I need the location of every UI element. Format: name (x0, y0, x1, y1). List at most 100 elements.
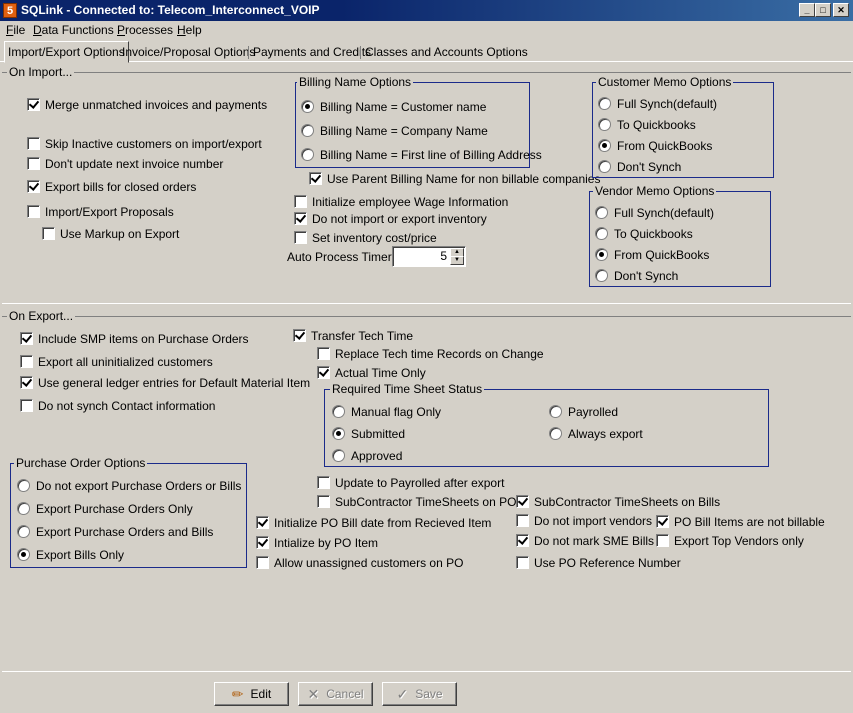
checkbox-box[interactable] (27, 180, 40, 193)
status-approved-radio[interactable]: Approved (332, 447, 402, 464)
radio-dot[interactable] (332, 427, 345, 440)
no-import-vendors-checkbox[interactable]: Do not import vendors (516, 512, 652, 529)
status-payrolled-radio[interactable]: Payrolled (549, 403, 618, 420)
checkbox-box[interactable] (27, 157, 40, 170)
radio-dot[interactable] (17, 479, 30, 492)
save-button[interactable]: ✓ Save (382, 682, 457, 706)
import-export-proposals-checkbox[interactable]: Import/Export Proposals (27, 203, 174, 220)
radio-dot[interactable] (595, 248, 608, 261)
radio-dot[interactable] (301, 100, 314, 113)
include-smp-checkbox[interactable]: Include SMP items on Purchase Orders (20, 330, 249, 347)
checkbox-box[interactable] (317, 476, 330, 489)
radio-dot[interactable] (598, 160, 611, 173)
subcontractor-bills-checkbox[interactable]: SubContractor TimeSheets on Bills (516, 493, 720, 510)
cancel-button[interactable]: ✕ Cancel (298, 682, 373, 706)
checkbox-box[interactable] (656, 534, 669, 547)
checkbox-box[interactable] (20, 376, 33, 389)
checkbox-box[interactable] (317, 495, 330, 508)
checkbox-box[interactable] (293, 329, 306, 342)
radio-dot[interactable] (301, 124, 314, 137)
auto-process-timer-spinbox[interactable]: 5 ▲ ▼ (392, 246, 466, 267)
radio-dot[interactable] (598, 118, 611, 131)
tab-classes-and-accounts-options[interactable]: Classes and Accounts Options (362, 43, 531, 62)
timer-value[interactable]: 5 (440, 249, 447, 263)
status-always-export-radio[interactable]: Always export (549, 425, 643, 442)
allow-unassigned-customers-checkbox[interactable]: Allow unassigned customers on PO (256, 554, 463, 571)
skip-inactive-checkbox[interactable]: Skip Inactive customers on import/export (27, 135, 262, 152)
export-uninitialized-checkbox[interactable]: Export all uninitialized customers (20, 353, 213, 370)
status-submitted-radio[interactable]: Submitted (332, 425, 405, 442)
radio-dot[interactable] (17, 525, 30, 538)
checkbox-box[interactable] (516, 556, 529, 569)
checkbox-box[interactable] (294, 231, 307, 244)
edit-button[interactable]: ✏ Edit (214, 682, 289, 706)
checkbox-box[interactable] (309, 172, 322, 185)
initialize-wage-checkbox[interactable]: Initialize employee Wage Information (294, 193, 508, 210)
init-by-po-item-checkbox[interactable]: Intialize by PO Item (256, 534, 378, 551)
no-inventory-checkbox[interactable]: Do not import or export inventory (294, 210, 487, 227)
minimize-button[interactable]: _ (799, 3, 815, 17)
checkbox-box[interactable] (294, 212, 307, 225)
checkbox-box[interactable] (256, 536, 269, 549)
radio-dot[interactable] (595, 206, 608, 219)
update-payrolled-checkbox[interactable]: Update to Payrolled after export (317, 474, 504, 491)
subcontractor-po-checkbox[interactable]: SubContractor TimeSheets on PO (317, 493, 516, 510)
vendor-memo-to-quickbooks-radio[interactable]: To Quickbooks (595, 225, 693, 242)
po-export-bills-only-radio[interactable]: Export Bills Only (17, 546, 124, 563)
close-button[interactable]: ✕ (833, 3, 849, 17)
checkbox-box[interactable] (317, 347, 330, 360)
customer-memo-full-synch-radio[interactable]: Full Synch(default) (598, 95, 717, 112)
vendor-memo-full-synch-radio[interactable]: Full Synch(default) (595, 204, 714, 221)
radio-dot[interactable] (549, 405, 562, 418)
checkbox-box[interactable] (20, 355, 33, 368)
checkbox-box[interactable] (317, 366, 330, 379)
customer-memo-to-quickbooks-radio[interactable]: To Quickbooks (598, 116, 696, 133)
checkbox-box[interactable] (516, 514, 529, 527)
radio-dot[interactable] (17, 502, 30, 515)
checkbox-box[interactable] (42, 227, 55, 240)
checkbox-box[interactable] (516, 495, 529, 508)
radio-dot[interactable] (598, 97, 611, 110)
no-mark-sme-bills-checkbox[interactable]: Do not mark SME Bills (516, 532, 654, 549)
actual-time-only-checkbox[interactable]: Actual Time Only (317, 364, 426, 381)
checkbox-box[interactable] (256, 516, 269, 529)
radio-dot[interactable] (301, 148, 314, 161)
radio-dot[interactable] (17, 548, 30, 561)
dont-update-invoice-number-checkbox[interactable]: Don't update next invoice number (27, 155, 223, 172)
checkbox-box[interactable] (27, 98, 40, 111)
billing-name-company-radio[interactable]: Billing Name = Company Name (301, 122, 488, 139)
set-inventory-cost-checkbox[interactable]: Set inventory cost/price (294, 229, 437, 246)
vendor-memo-from-quickbooks-radio[interactable]: From QuickBooks (595, 246, 709, 263)
po-bill-items-not-billable-checkbox[interactable]: PO Bill Items are not billable (656, 513, 825, 530)
checkbox-box[interactable] (656, 515, 669, 528)
radio-dot[interactable] (549, 427, 562, 440)
use-parent-billing-name-checkbox[interactable]: Use Parent Billing Name for non billable… (309, 170, 600, 187)
checkbox-box[interactable] (20, 399, 33, 412)
customer-memo-from-quickbooks-radio[interactable]: From QuickBooks (598, 137, 712, 154)
billing-name-customer-radio[interactable]: Billing Name = Customer name (301, 98, 486, 115)
transfer-tech-time-checkbox[interactable]: Transfer Tech Time (293, 327, 413, 344)
status-manual-flag-radio[interactable]: Manual flag Only (332, 403, 441, 420)
use-markup-checkbox[interactable]: Use Markup on Export (42, 225, 179, 242)
checkbox-box[interactable] (27, 205, 40, 218)
spin-down-icon[interactable]: ▼ (450, 256, 464, 265)
menu-processes[interactable]: Processes (117, 23, 173, 37)
menu-help[interactable]: Help (177, 23, 202, 37)
po-export-orders-and-bills-radio[interactable]: Export Purchase Orders and Bills (17, 523, 213, 540)
vendor-memo-dont-synch-radio[interactable]: Don't Synch (595, 267, 678, 284)
radio-dot[interactable] (595, 269, 608, 282)
merge-unmatched-checkbox[interactable]: Merge unmatched invoices and payments (27, 96, 267, 113)
radio-dot[interactable] (332, 405, 345, 418)
use-po-reference-checkbox[interactable]: Use PO Reference Number (516, 554, 681, 571)
menu-data-functions[interactable]: Data Functions (33, 23, 114, 37)
replace-tech-time-checkbox[interactable]: Replace Tech time Records on Change (317, 345, 544, 362)
checkbox-box[interactable] (27, 137, 40, 150)
checkbox-box[interactable] (256, 556, 269, 569)
export-bills-closed-orders-checkbox[interactable]: Export bills for closed orders (27, 178, 196, 195)
checkbox-box[interactable] (20, 332, 33, 345)
tab-import-export-options[interactable]: Import/Export Options (4, 41, 129, 63)
po-export-orders-only-radio[interactable]: Export Purchase Orders Only (17, 500, 193, 517)
checkbox-box[interactable] (516, 534, 529, 547)
po-do-not-export-radio[interactable]: Do not export Purchase Orders or Bills (17, 477, 241, 494)
maximize-button[interactable]: □ (815, 3, 831, 17)
